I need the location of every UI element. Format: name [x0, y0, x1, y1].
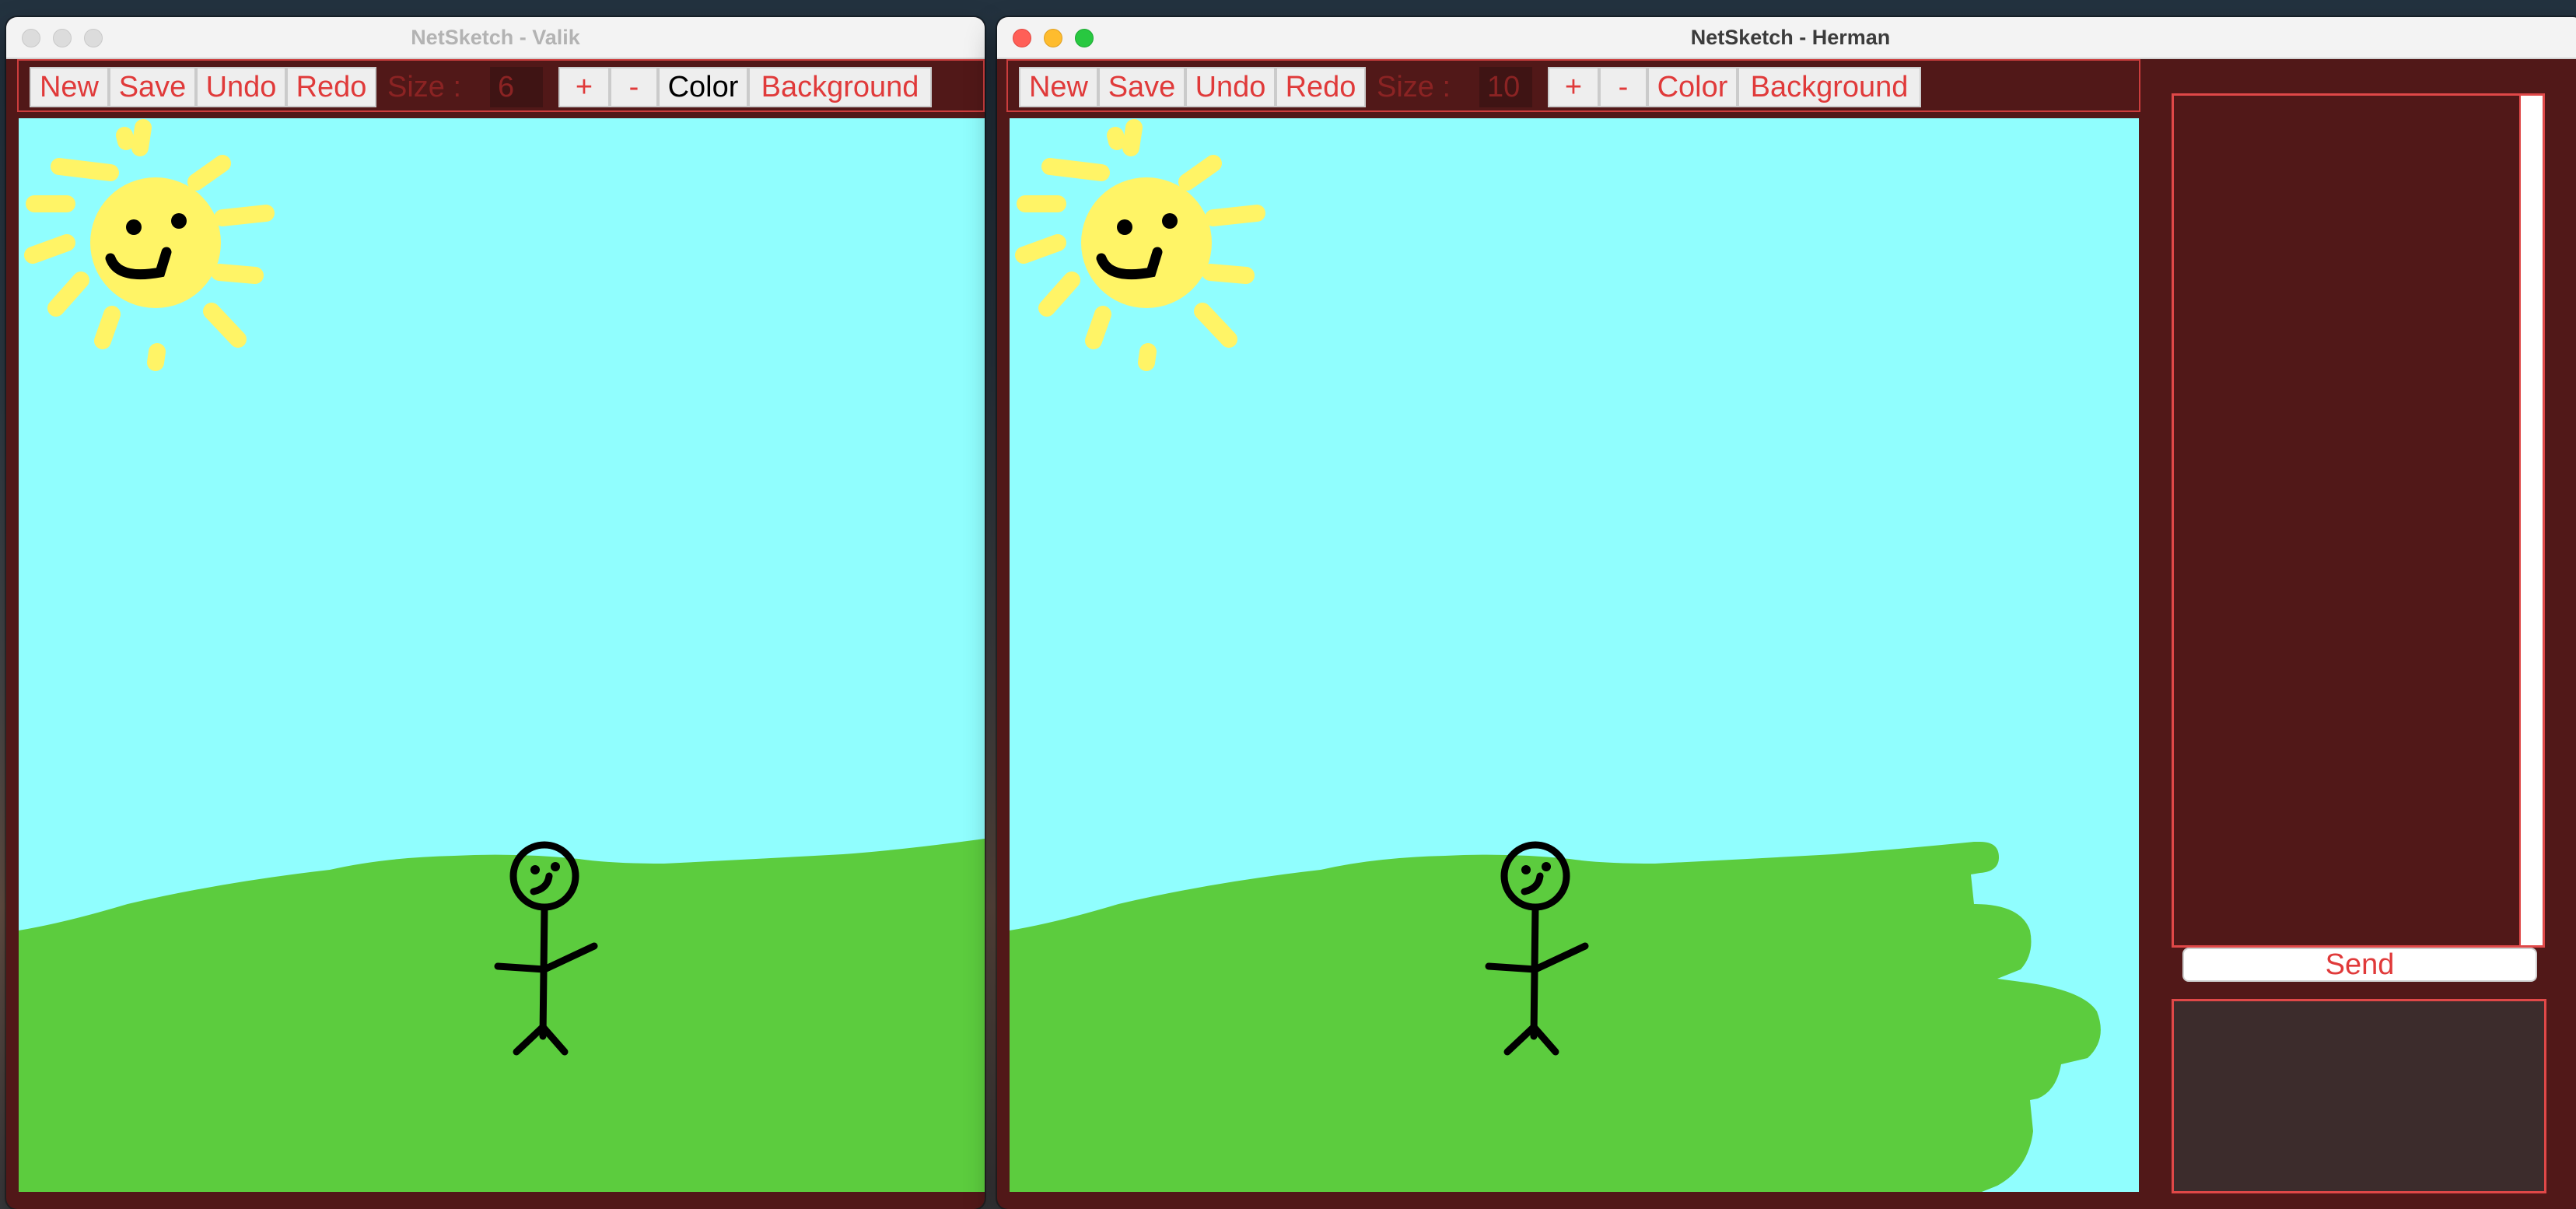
color-button[interactable]: Color [658, 67, 748, 107]
window-valik: NetSketch - Valik New Save Undo Redo Siz… [6, 17, 985, 1209]
background-button[interactable]: Background [1738, 67, 1921, 107]
sun-right-eye [1162, 213, 1178, 229]
redo-button[interactable]: Redo [286, 67, 376, 107]
size-label: Size : [1377, 71, 1451, 103]
sun-right-eye [171, 213, 187, 229]
redo-button[interactable]: Redo [1276, 67, 1366, 107]
drawing-canvas[interactable] [19, 118, 985, 1192]
grass-hill [1010, 842, 2101, 1192]
window-title: NetSketch - Valik [411, 26, 580, 49]
window-herman: NetSketch - Herman New Save Undo Redo Si… [997, 17, 2576, 1209]
chat-scrollbar[interactable] [2519, 96, 2543, 945]
chat-log[interactable] [2172, 93, 2545, 948]
new-button[interactable]: New [1019, 67, 1098, 107]
toolbar: New Save Undo Redo Size : 6 + - Color Ba… [17, 59, 985, 112]
size-decrease-button[interactable]: - [610, 67, 658, 107]
undo-button[interactable]: Undo [1185, 67, 1276, 107]
size-label: Size : [387, 71, 462, 103]
send-button[interactable]: Send [2182, 948, 2537, 982]
sun-left-eye [1117, 219, 1132, 235]
color-button[interactable]: Color [1647, 67, 1738, 107]
size-increase-button[interactable]: + [1548, 67, 1599, 107]
save-button[interactable]: Save [109, 67, 196, 107]
drawing-canvas[interactable] [1010, 118, 2139, 1192]
toolbar: New Save Undo Redo Size : 10 + - Color B… [1006, 59, 2140, 112]
save-button[interactable]: Save [1098, 67, 1185, 107]
title-bar[interactable]: NetSketch - Herman [997, 17, 2576, 59]
size-value-field[interactable]: 6 [490, 67, 543, 107]
title-bar[interactable]: NetSketch - Valik [6, 17, 985, 59]
new-button[interactable]: New [30, 67, 109, 107]
size-decrease-button[interactable]: - [1599, 67, 1647, 107]
window-title: NetSketch - Herman [1690, 26, 1891, 49]
size-value-field[interactable]: 10 [1479, 67, 1532, 107]
size-increase-button[interactable]: + [558, 67, 610, 107]
chat-input[interactable] [2172, 999, 2546, 1193]
sun-left-eye [126, 219, 142, 235]
undo-button[interactable]: Undo [196, 67, 286, 107]
background-button[interactable]: Background [748, 67, 932, 107]
